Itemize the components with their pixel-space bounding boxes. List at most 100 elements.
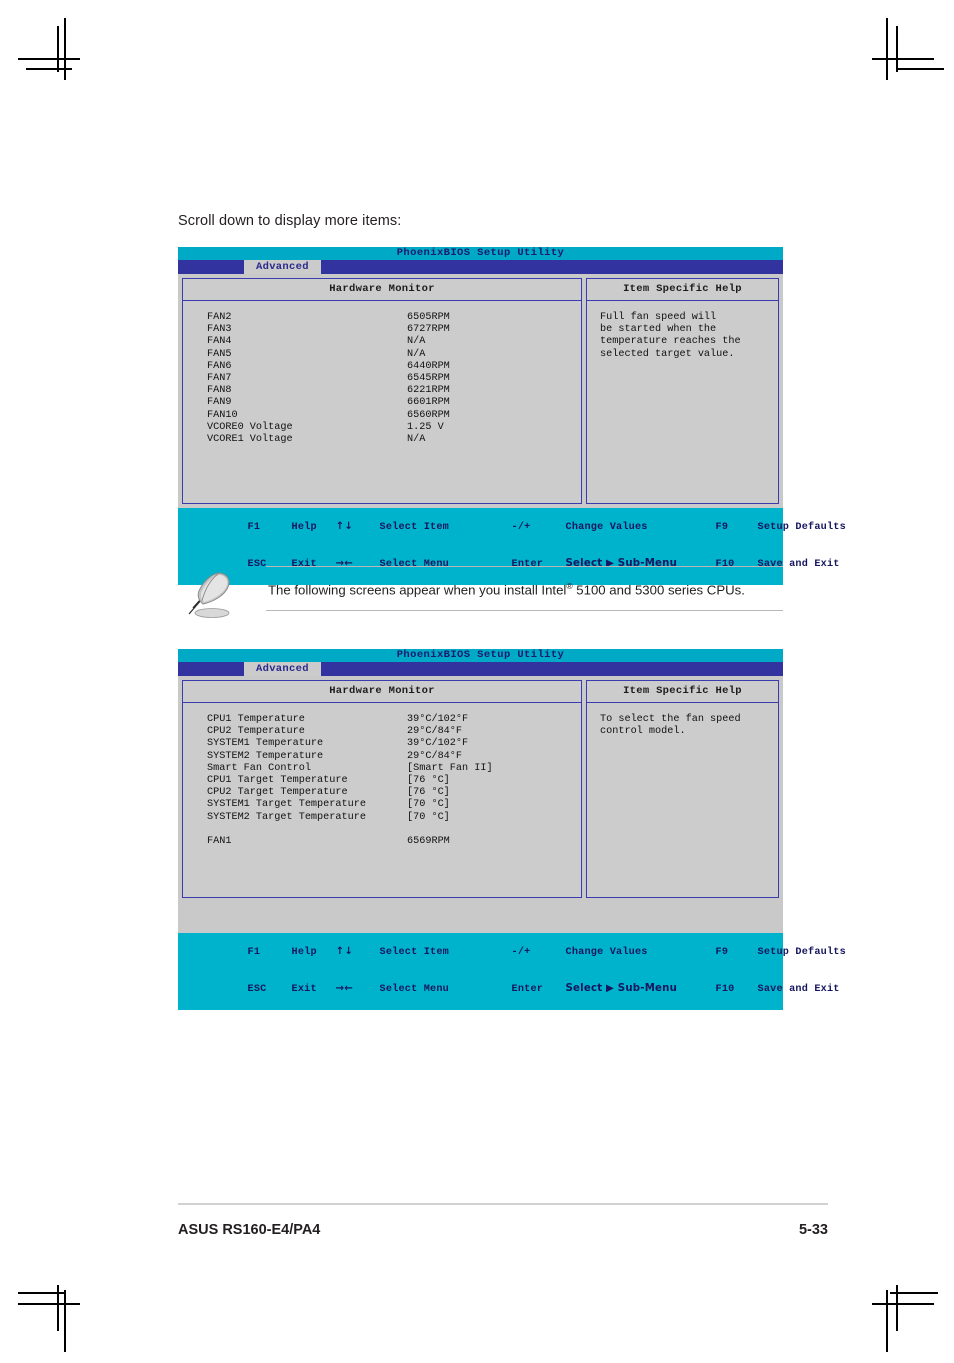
tab-advanced-1[interactable]: Advanced xyxy=(244,260,321,274)
monitor-row[interactable]: SYSTEM2 Target Temperature [70 °C] xyxy=(207,812,581,824)
monitor-row-label: FAN6 xyxy=(207,360,232,372)
monitor-row-label: FAN8 xyxy=(207,385,232,397)
monitor-row[interactable]: FAN3 6727RPM xyxy=(207,324,581,336)
action-setup-defaults-2: Setup Defaults xyxy=(757,947,846,958)
monitor-row[interactable]: SYSTEM2 Temperature 29°C/84°F xyxy=(207,751,581,763)
monitor-row-label: FAN7 xyxy=(207,373,232,385)
hardware-monitor-title-1: Hardware Monitor xyxy=(182,278,582,301)
monitor-row[interactable]: FAN9 6601RPM xyxy=(207,397,581,409)
monitor-row-value: 6221RPM xyxy=(407,385,450,397)
hardware-monitor-title-2: Hardware Monitor xyxy=(182,680,582,703)
footer-product-name: ASUS RS160-E4/PA4 xyxy=(178,1222,321,1238)
item-specific-help-box-1: Full fan speed will be started when the … xyxy=(586,301,779,504)
monitor-row-label: SYSTEM2 Temperature xyxy=(207,750,324,762)
monitor-row-label: SYSTEM2 Target Temperature xyxy=(207,811,366,823)
monitor-row-value: 6545RPM xyxy=(407,373,450,385)
bios-body-1: Hardware Monitor FAN2 6505RPM FAN3 6727RPM F… xyxy=(178,274,783,508)
action-exit-2: Exit xyxy=(291,984,317,995)
bios-key-legend-line1-2: F1 Help ↑↓ Select Item -/+ Change Values F9 Set… xyxy=(178,934,846,971)
note-text: The following screens appear when you in… xyxy=(266,577,783,599)
key-f10-2[interactable]: F10 xyxy=(716,984,758,996)
action-change-values-2: Change Values xyxy=(565,947,648,958)
monitor-row[interactable]: FAN8 6221RPM xyxy=(207,385,581,397)
bios-key-legend-line2-2: ESC Exit →← Select Menu Enter Select ▶ Sub-Me… xyxy=(178,971,840,1008)
monitor-row[interactable]: FAN7 6545RPM xyxy=(207,373,581,385)
monitor-row[interactable]: CPU1 Target Temperature [76 °C] xyxy=(207,775,581,787)
document-page: Scroll down to display more items: Phoen… xyxy=(0,0,954,1363)
key-f9-1[interactable]: F9 xyxy=(716,522,758,534)
monitor-row-value: [70 °C] xyxy=(407,811,450,823)
bios-title-bar-1: PhoenixBIOS Setup Utility xyxy=(178,247,783,260)
monitor-row[interactable]: VCORE0 Voltage 1.25 V xyxy=(207,422,581,434)
monitor-row-value: 1.25 V xyxy=(407,421,444,433)
action-select-item-1: Select Item xyxy=(379,522,449,533)
monitor-row[interactable]: VCORE1 Voltage N/A xyxy=(207,434,581,446)
bios-screen-2: PhoenixBIOS Setup Utility Advanced Hardw… xyxy=(178,649,846,1010)
bios-menu-bar-2[interactable]: Advanced xyxy=(178,662,783,676)
monitor-row-value: 29°C/84°F xyxy=(407,750,463,762)
action-setup-defaults-1: Setup Defaults xyxy=(757,522,846,533)
bios-key-legend-line1-1: F1 Help ↑↓ Select Item -/+ Change Values F9 Set… xyxy=(178,509,846,546)
monitor-row-value: [76 °C] xyxy=(407,787,450,799)
note-text-before: The following screens appear when you in… xyxy=(268,582,567,598)
monitor-row[interactable]: Smart Fan Control [Smart Fan II] xyxy=(207,763,581,775)
item-specific-help-box-2: To select the fan speed control model. xyxy=(586,703,779,898)
monitor-row[interactable]: SYSTEM1 Temperature 39°C/102°F xyxy=(207,738,581,750)
footer-page-number: 5-33 xyxy=(798,1222,828,1238)
monitor-row[interactable]: CPU2 Target Temperature [76 °C] xyxy=(207,787,581,799)
monitor-row-value: 6505RPM xyxy=(407,312,450,323)
item-specific-help-title-2: Item Specific Help xyxy=(586,680,779,703)
bios-title-bar-2: PhoenixBIOS Setup Utility xyxy=(178,649,783,662)
monitor-row-label: CPU1 Temperature xyxy=(207,714,305,725)
monitor-row[interactable]: FAN5 N/A xyxy=(207,349,581,361)
tab-advanced-2[interactable]: Advanced xyxy=(244,662,321,676)
monitor-row[interactable]: FAN2 6505RPM xyxy=(207,312,581,324)
monitor-row[interactable]: CPU2 Temperature 29°C/84°F xyxy=(207,726,581,738)
monitor-row-value: 39°C/102°F xyxy=(407,738,469,750)
hardware-monitor-panel-2: Hardware Monitor CPU1 Temperature 39°C/10… xyxy=(182,680,582,898)
action-save-exit-2: Save and Exit xyxy=(757,984,840,995)
monitor-row-value: 6560RPM xyxy=(407,409,450,421)
monitor-row[interactable]: FAN6 6440RPM xyxy=(207,361,581,373)
key-f1-2[interactable]: F1 xyxy=(248,947,292,959)
action-select-item-2: Select Item xyxy=(379,947,449,958)
hardware-monitor-list-2: CPU1 Temperature 39°C/102°F CPU2 Temperatu… xyxy=(182,703,582,898)
monitor-row-spacer xyxy=(207,824,581,836)
monitor-row-label: FAN1 xyxy=(207,836,232,848)
monitor-row-label: SYSTEM1 Target Temperature xyxy=(207,799,366,811)
monitor-row[interactable]: FAN4 N/A xyxy=(207,336,581,348)
monitor-row-label: FAN3 xyxy=(207,324,232,336)
monitor-row-label: FAN10 xyxy=(207,409,238,421)
help-text-1: Full fan speed will be started when the … xyxy=(600,312,741,360)
key-esc-2[interactable]: ESC xyxy=(248,984,292,996)
bios-menu-bar-1[interactable]: Advanced xyxy=(178,260,783,274)
monitor-row-label: Smart Fan Control xyxy=(207,762,311,774)
item-specific-help-title-1: Item Specific Help xyxy=(586,278,779,301)
monitor-row[interactable]: SYSTEM1 Target Temperature [70 °C] xyxy=(207,799,581,811)
key-minus-plus-1: -/+ xyxy=(511,522,531,533)
monitor-row-label: CPU2 Temperature xyxy=(207,726,305,738)
action-help-1: Help xyxy=(291,522,317,533)
key-f9-2[interactable]: F9 xyxy=(716,947,758,959)
key-leftright-2: →← xyxy=(335,983,353,994)
hardware-monitor-list-1: FAN2 6505RPM FAN3 6727RPM FAN4 N/A FAN5 N/A FAN6… xyxy=(182,301,582,504)
monitor-row-value: 6727RPM xyxy=(407,324,450,336)
monitor-row-label: CPU1 Target Temperature xyxy=(207,775,348,787)
monitor-row[interactable]: CPU1 Temperature 39°C/102°F xyxy=(207,714,581,726)
note-body: The following screens appear when you in… xyxy=(266,566,783,612)
footer-divider xyxy=(178,1203,828,1205)
note-text-after: 5100 and 5300 series CPUs. xyxy=(572,582,745,598)
monitor-row-label: VCORE0 Voltage xyxy=(207,421,293,433)
item-specific-help-panel-1: Item Specific Help Full fan speed will b… xyxy=(586,278,779,504)
help-text-2: To select the fan speed control model. xyxy=(600,714,741,738)
monitor-row-label: FAN2 xyxy=(207,312,232,323)
action-help-2: Help xyxy=(291,947,317,958)
monitor-row[interactable]: FAN1 6569RPM xyxy=(207,836,581,848)
monitor-row-label: FAN4 xyxy=(207,336,232,348)
monitor-row[interactable]: FAN10 6560RPM xyxy=(207,410,581,422)
monitor-row-label: CPU2 Target Temperature xyxy=(207,787,348,799)
monitor-row-value: N/A xyxy=(407,348,426,360)
quill-pen-icon xyxy=(188,572,230,618)
monitor-row-value: 29°C/84°F xyxy=(407,726,463,738)
key-f1-1[interactable]: F1 xyxy=(248,522,292,534)
